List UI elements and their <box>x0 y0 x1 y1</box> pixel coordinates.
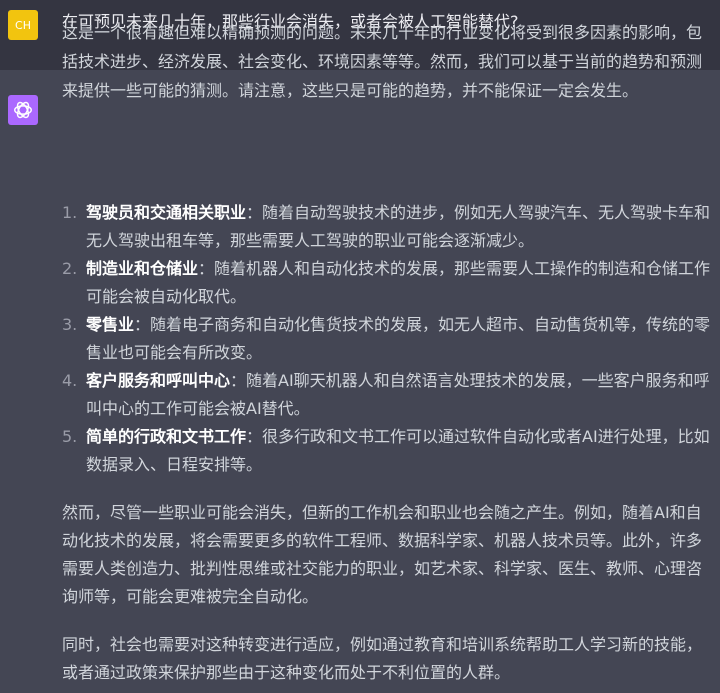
list-item-line: 可能会被自动化取代。 <box>86 287 247 306</box>
paragraph-line: 然而，尽管一些职业可能会消失，但新的工作机会和职业也会随之产生。例如，随着AI和… <box>62 503 702 522</box>
list-item-title: 制造业和仓储业 <box>86 259 199 278</box>
list-item-line: 无人驾驶出租车等，那些需要人工驾驶的职业可能会逐渐减少。 <box>86 231 535 250</box>
list-number: 4. <box>62 371 78 390</box>
list-item-line: 简单的行政和文书工作：很多行政和文书工作可以通过软件自动化或者AI进行处理，比如 <box>86 423 710 451</box>
list-item-text: ：随着电子商务和自动化售货技术的发展，如无人超市、自动售货机等，传统的零 <box>134 315 711 334</box>
list-item-text: ：随着自动驾驶技术的进步，例如无人驾驶汽车、无人驾驶卡车和 <box>246 203 711 222</box>
list-item-line: 数据录入、日程安排等。 <box>86 455 263 474</box>
list-item-title: 零售业 <box>86 315 135 334</box>
list-item-text: ：随着机器人和自动化技术的发展，那些需要人工操作的制造和仓储工作 <box>198 259 711 278</box>
list-item-title: 简单的行政和文书工作 <box>86 427 247 446</box>
intro-line: 来提供一些可能的猜测。请注意，这些只是可能的趋势，并不能保证一定会发生。 <box>62 81 639 100</box>
paragraph-line: 动化技术的发展，将会需要更多的软件工程师、数据科学家、机器人技术员等。此外，许多 <box>62 531 703 550</box>
user-avatar: CH <box>8 10 38 40</box>
list-item-line: 客户服务和呼叫中心：随着AI聊天机器人和自然语言处理技术的发展，一些客户服务和呼 <box>86 367 710 395</box>
paragraph-line: 需要人类创造力、批判性思维或社交能力的职业，如艺术家、科学家、医生、教师、心理咨 <box>62 559 703 578</box>
list-number: 2. <box>62 259 78 278</box>
intro-line: 括技术进步、经济发展、社会变化、环境因素等等。然而，我们可以基于当前的趋势和预测 <box>62 52 703 71</box>
intro-line: 这是一个很有趣但难以精确预测的问题。未来几十年的行业变化将受到很多因素的影响，包 <box>62 23 703 42</box>
list-item-text: ：很多行政和文书工作可以通过软件自动化或者AI进行处理，比如 <box>246 427 710 446</box>
list-item-title: 客户服务和呼叫中心 <box>86 371 231 390</box>
openai-logo-icon <box>8 95 38 125</box>
list-number: 1. <box>62 203 78 222</box>
paragraph-line: 同时，社会也需要对这种转变进行适应，例如通过教育和培训系统帮助工人学习新的技能， <box>62 635 703 654</box>
list-item-title: 驾驶员和交通相关职业 <box>86 203 247 222</box>
list-item-text: ：随着AI聊天机器人和自然语言处理技术的发展，一些客户服务和呼 <box>230 371 710 390</box>
list-item-line: 制造业和仓储业：随着机器人和自动化技术的发展，那些需要人工操作的制造和仓储工作 <box>86 255 710 283</box>
paragraph-line: 询师等，可能会更难被完全自动化。 <box>62 587 319 606</box>
list-number: 3. <box>62 315 78 334</box>
assistant-message: 这是一个很有趣但难以精确预测的问题。未来几十年的行业变化将受到很多因素的影响，包… <box>0 23 720 693</box>
paragraph-line: 或者通过政策来保护那些由于这种变化而处于不利位置的人群。 <box>62 663 511 682</box>
list-item-line: 售业也可能会有所改变。 <box>86 343 263 362</box>
list-item-line: 叫中心的工作可能会被AI替代。 <box>86 399 310 418</box>
list-number: 5. <box>62 427 78 446</box>
list-item-line: 零售业：随着电子商务和自动化售货技术的发展，如无人超市、自动售货机等，传统的零 <box>86 311 710 339</box>
list-item-line: 驾驶员和交通相关职业：随着自动驾驶技术的进步，例如无人驾驶汽车、无人驾驶卡车和 <box>86 199 710 227</box>
